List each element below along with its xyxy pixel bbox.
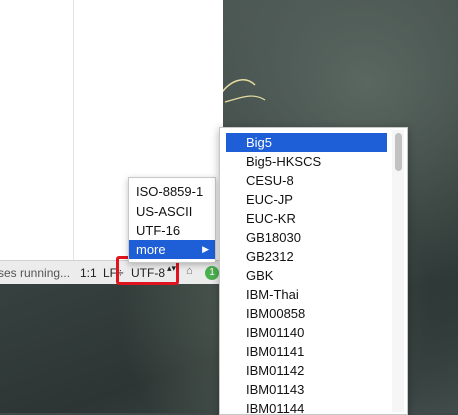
notification-badge[interactable]: 1 (205, 266, 219, 280)
encoding-item-big5[interactable]: Big5 (226, 133, 387, 152)
menu-item-more[interactable]: more ▶ (129, 240, 215, 259)
encoding-item-ibm00858[interactable]: IBM00858 (226, 304, 387, 323)
menu-item-iso-8859-1[interactable]: ISO-8859-1 (129, 182, 215, 201)
encoding-item-ibm-thai[interactable]: IBM-Thai (226, 285, 387, 304)
encoding-item-cesu-8[interactable]: CESU-8 (226, 171, 387, 190)
encoding-list-scrollbar[interactable] (392, 130, 404, 412)
submenu-arrow-icon: ▶ (202, 244, 209, 254)
wallpaper-swirl (219, 79, 266, 103)
menu-item-utf-16[interactable]: UTF-16 (129, 221, 215, 240)
background-process-status[interactable]: ses running... (0, 266, 70, 280)
menu-item-more-label: more (136, 242, 166, 257)
editor-gutter-divider (73, 0, 74, 260)
encoding-list-menu: Big5 Big5-HKSCS CESU-8 EUC-JP EUC-KR GB1… (219, 127, 408, 415)
caret-position[interactable]: 1:1 (80, 266, 97, 280)
menu-item-us-ascii[interactable]: US-ASCII (129, 202, 215, 221)
encoding-popup-menu: ISO-8859-1 US-ASCII UTF-16 more ▶ (128, 177, 216, 263)
encoding-item-ibm01140[interactable]: IBM01140 (226, 323, 387, 342)
encoding-item-euc-jp[interactable]: EUC-JP (226, 190, 387, 209)
encoding-item-ibm01141[interactable]: IBM01141 (226, 342, 387, 361)
encoding-item-ibm01142[interactable]: IBM01142 (226, 361, 387, 380)
encoding-item-gb18030[interactable]: GB18030 (226, 228, 387, 247)
encoding-item-gb2312[interactable]: GB2312 (226, 247, 387, 266)
encoding-item-big5-hkscs[interactable]: Big5-HKSCS (226, 152, 387, 171)
status-bar: ses running... 1:1 LF÷ UTF-8 ▴▾ ⌂ 1 (0, 260, 223, 284)
encoding-item-gbk[interactable]: GBK (226, 266, 387, 285)
encoding-item-euc-kr[interactable]: EUC-KR (226, 209, 387, 228)
encoding-list-scroll-thumb[interactable] (395, 133, 402, 171)
lock-icon[interactable]: ⌂ (186, 265, 193, 277)
encoding-item-ibm01143[interactable]: IBM01143 (226, 380, 387, 399)
